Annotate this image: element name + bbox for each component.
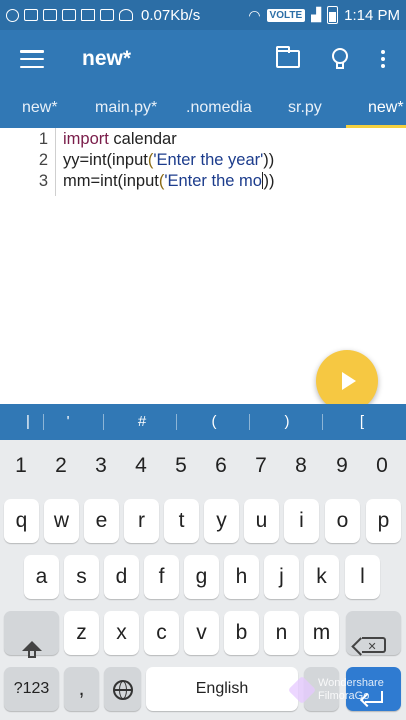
file-tabs: new* main.py* .nomedia sr.py new* <box>0 88 406 128</box>
more-options-icon[interactable] <box>380 50 386 68</box>
symbol-key[interactable]: ( <box>186 404 242 440</box>
key-b[interactable]: b <box>224 611 259 655</box>
backspace-icon <box>361 625 386 669</box>
key-6[interactable]: 6 <box>206 448 236 484</box>
key-y[interactable]: y <box>204 499 239 543</box>
symbol-separator <box>322 414 323 430</box>
watermark-line2: FilmoraGo <box>318 690 370 702</box>
notification-icons <box>6 8 133 22</box>
tab-new-active[interactable]: new* <box>368 88 404 128</box>
message-icon <box>24 9 38 21</box>
line-number: 3 <box>38 172 48 190</box>
run-button[interactable] <box>316 350 378 412</box>
key-4[interactable]: 4 <box>126 448 156 484</box>
hotspot-icon <box>119 9 133 21</box>
code-text: mm=int(input('Enter the mo)) <box>63 172 275 190</box>
key-9[interactable]: 9 <box>327 448 357 484</box>
symbol-key[interactable]: [ <box>334 404 390 440</box>
image-icon <box>100 9 114 21</box>
folder-icon[interactable] <box>276 46 300 68</box>
key-8[interactable]: 8 <box>286 448 316 484</box>
key-a[interactable]: a <box>24 555 59 599</box>
app-screen: 0.07Kb/s ◠ VOLTE ▟ 1:14 PM new* new* mai… <box>0 0 406 720</box>
symbol-separator <box>249 414 250 430</box>
key-u[interactable]: u <box>244 499 279 543</box>
key-h[interactable]: h <box>224 555 259 599</box>
key-w[interactable]: w <box>44 499 79 543</box>
line-number: 1 <box>38 130 48 148</box>
key-0[interactable]: 0 <box>367 448 397 484</box>
number-row: 1 2 3 4 5 6 7 8 9 0 <box>0 448 406 484</box>
message-icon <box>62 9 76 21</box>
key-e[interactable]: e <box>84 499 119 543</box>
key-n[interactable]: n <box>264 611 299 655</box>
tab-nomedia[interactable]: .nomedia <box>186 88 252 128</box>
backspace-key[interactable] <box>346 611 401 669</box>
key-z[interactable]: z <box>64 611 99 655</box>
key-v[interactable]: v <box>184 611 219 655</box>
key-c[interactable]: c <box>144 611 179 655</box>
shift-icon <box>21 641 42 658</box>
symbol-separator <box>103 414 104 430</box>
lightbulb-icon[interactable] <box>332 48 348 70</box>
wifi-icon: ◠ <box>248 6 261 23</box>
key-x[interactable]: x <box>104 611 139 655</box>
tab-new[interactable]: new* <box>22 88 58 128</box>
code-line: 1 import calendar <box>0 128 406 150</box>
symbol-bar: | ' # ( ) [ <box>0 404 406 440</box>
key-g[interactable]: g <box>184 555 219 599</box>
key-5[interactable]: 5 <box>166 448 196 484</box>
space-key[interactable]: English <box>146 667 298 711</box>
key-2[interactable]: 2 <box>46 448 76 484</box>
code-text: yy=int(input('Enter the year')) <box>63 151 275 169</box>
key-p[interactable]: p <box>366 499 401 543</box>
language-key[interactable] <box>104 667 141 711</box>
key-i[interactable]: i <box>284 499 319 543</box>
key-o[interactable]: o <box>325 499 360 543</box>
play-icon <box>342 372 356 390</box>
symbol-separator <box>176 414 177 430</box>
battery-icon <box>327 6 339 24</box>
status-bar: 0.07Kb/s ◠ VOLTE ▟ 1:14 PM <box>0 0 406 30</box>
shift-key[interactable] <box>4 611 59 658</box>
symbol-key[interactable]: ' <box>40 404 96 440</box>
file-title: new* <box>82 47 132 70</box>
tab-sr-py[interactable]: sr.py <box>288 88 322 128</box>
key-d[interactable]: d <box>104 555 139 599</box>
key-q[interactable]: q <box>4 499 39 543</box>
volte-badge: VOLTE <box>266 8 306 22</box>
message-icon <box>43 9 57 21</box>
tab-main-py[interactable]: main.py* <box>95 88 157 128</box>
watermark: Wondershare FilmoraGo <box>287 664 404 716</box>
code-line: 2 yy=int(input('Enter the year')) <box>0 149 406 171</box>
signal-icon: ▟ <box>311 7 322 22</box>
key-7[interactable]: 7 <box>246 448 276 484</box>
code-line: 3 mm=int(input('Enter the mo)) <box>0 170 406 192</box>
key-j[interactable]: j <box>264 555 299 599</box>
watermark-line1: Wondershare <box>318 677 384 689</box>
filmorago-logo-icon <box>287 675 317 705</box>
key-k[interactable]: k <box>304 555 339 599</box>
key-3[interactable]: 3 <box>86 448 116 484</box>
menu-icon[interactable] <box>20 50 44 68</box>
clock: 1:14 PM <box>344 6 400 24</box>
comma-key[interactable]: , <box>64 667 99 711</box>
key-m[interactable]: m <box>304 611 339 655</box>
line-number: 2 <box>38 151 48 169</box>
symbol-key[interactable]: # <box>114 404 170 440</box>
notification-icon <box>6 8 19 22</box>
network-speed: 0.07Kb/s <box>141 6 201 24</box>
key-f[interactable]: f <box>144 555 179 599</box>
key-1[interactable]: 1 <box>6 448 36 484</box>
code-text: import calendar <box>63 130 177 148</box>
mail-icon <box>81 9 95 21</box>
app-toolbar: new* <box>0 30 406 88</box>
globe-icon <box>112 680 133 700</box>
symbol-key[interactable]: ) <box>259 404 315 440</box>
key-t[interactable]: t <box>164 499 199 543</box>
key-r[interactable]: r <box>124 499 159 543</box>
key-l[interactable]: l <box>345 555 380 599</box>
symbols-key[interactable]: ?123 <box>4 667 59 711</box>
key-s[interactable]: s <box>64 555 99 599</box>
